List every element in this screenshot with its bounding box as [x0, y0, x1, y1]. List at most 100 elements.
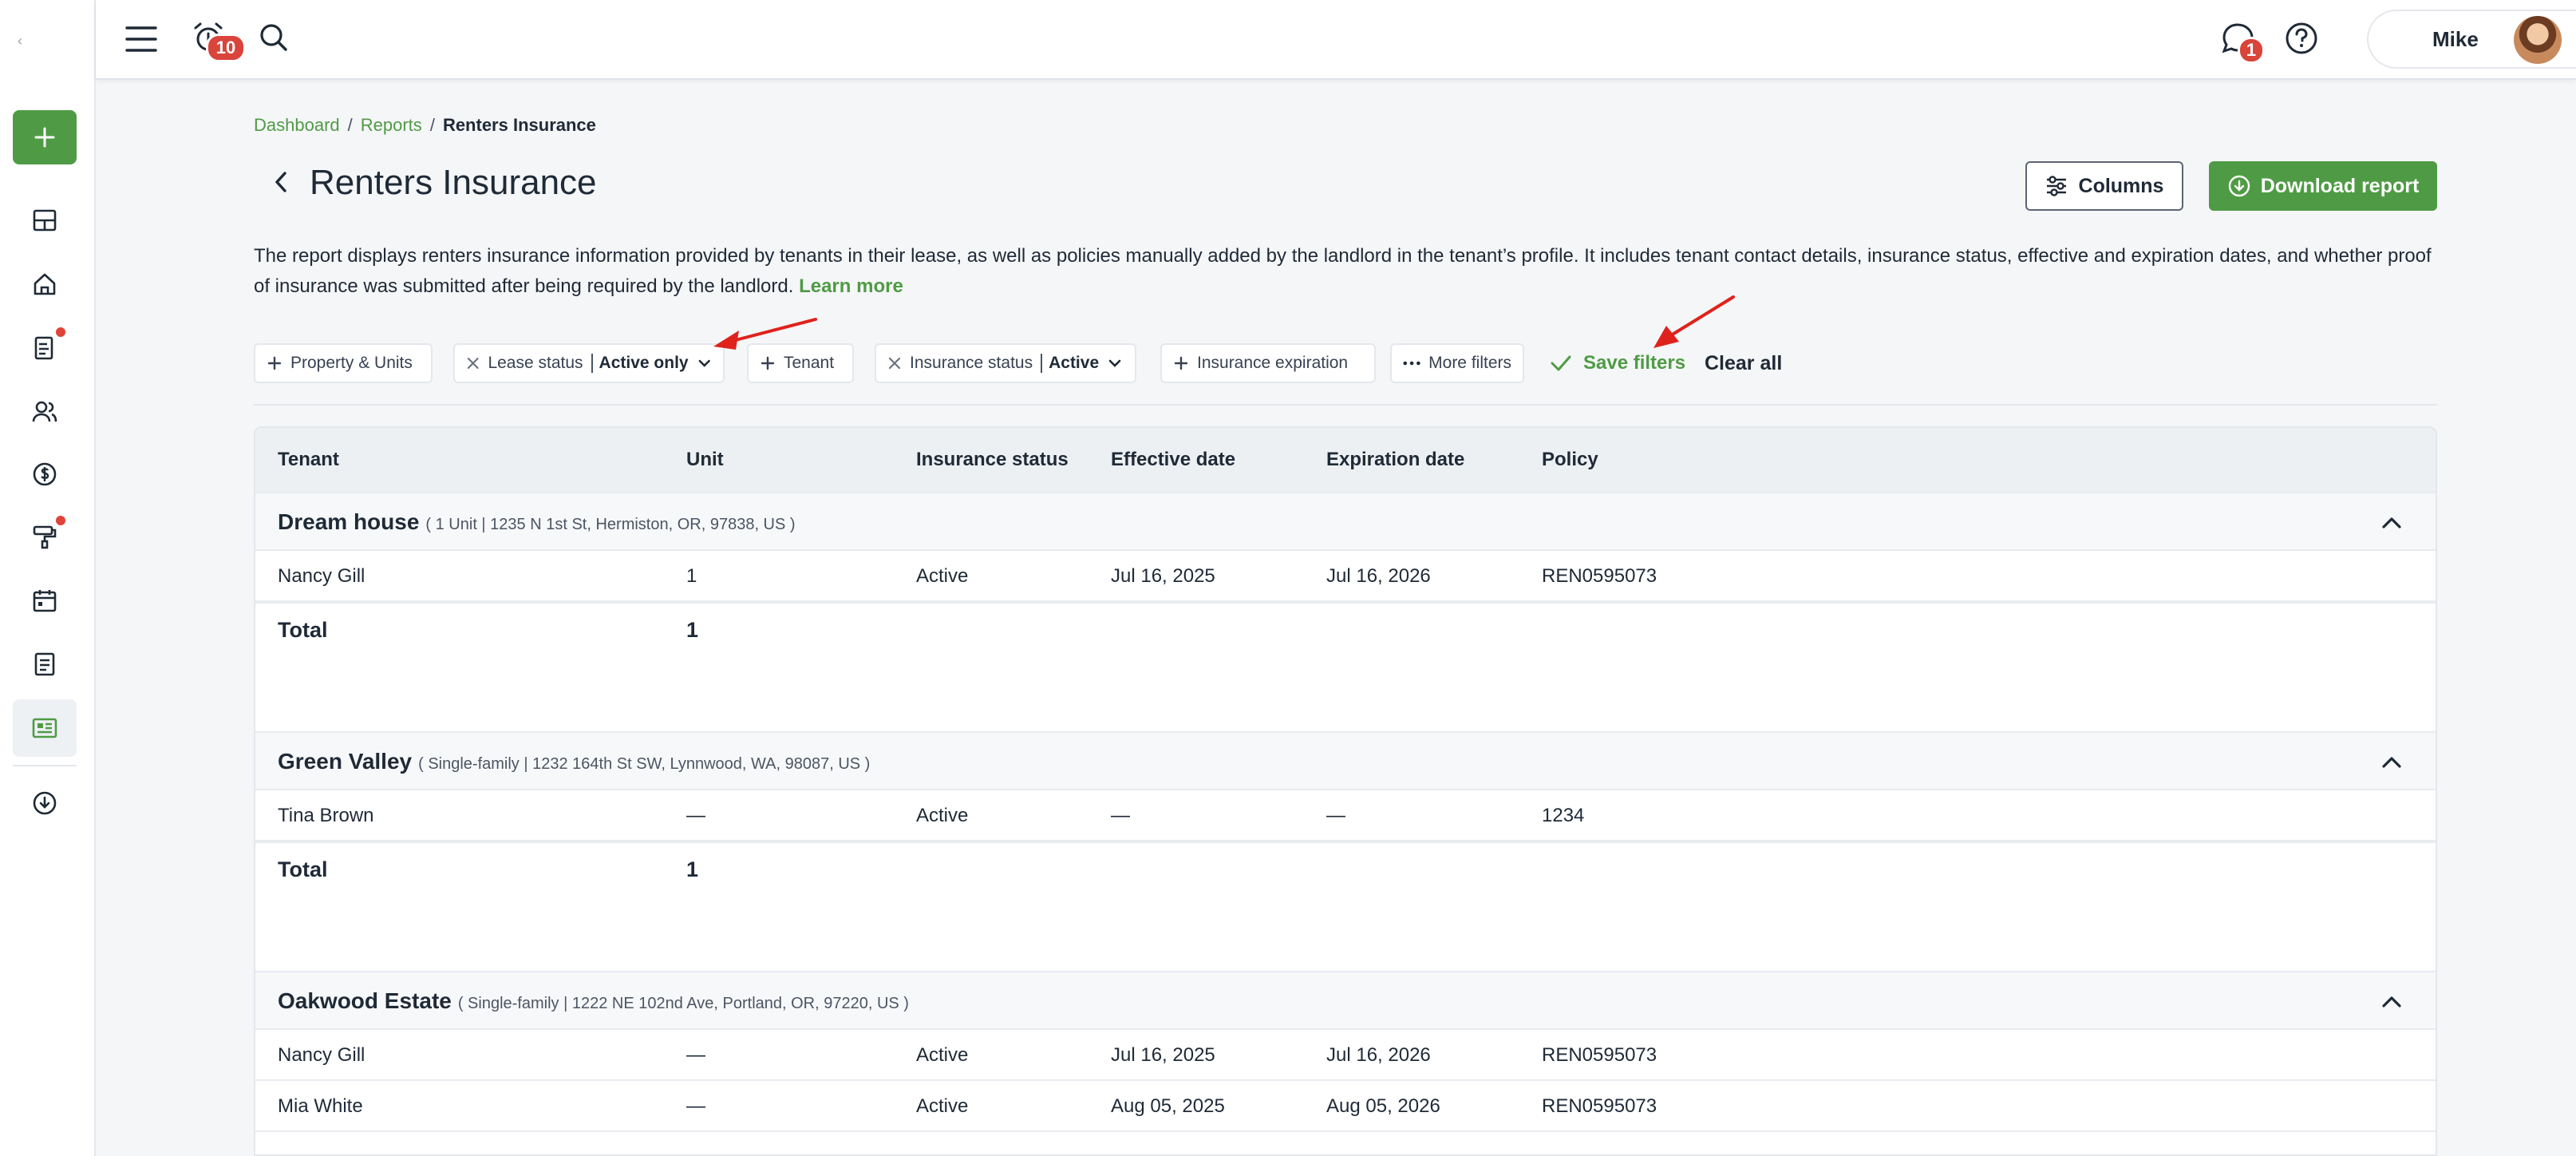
property-group-header[interactable]: Green Valley ( Single-family | 1232 164th…: [255, 731, 2436, 790]
column-header-effective-date[interactable]: Effective date: [1111, 449, 1235, 471]
menu-button[interactable]: [123, 21, 160, 57]
sidebar-divider: [13, 765, 77, 766]
download-cloud-icon: [33, 791, 57, 815]
sidebar-item-maintenance[interactable]: [22, 514, 67, 559]
sidebar-item-accounting[interactable]: [22, 452, 67, 497]
notification-dot: [56, 516, 65, 525]
breadcrumb-separator: /: [347, 115, 353, 135]
filter-insurance-expiration[interactable]: Insurance expiration: [1160, 343, 1376, 383]
chevron-down-icon: [1108, 359, 1121, 367]
sidebar-item-properties[interactable]: [22, 262, 67, 307]
chevron-down-icon: [698, 359, 710, 367]
plus-icon: [34, 127, 55, 148]
more-filters-button[interactable]: More filters: [1390, 343, 1524, 383]
property-group-header[interactable]: Oakwood Estate ( Single-family | 1222 NE …: [255, 971, 2436, 1030]
help-button[interactable]: [2282, 19, 2321, 57]
sliders-icon: [2046, 176, 2066, 196]
collapse-button[interactable]: [2380, 750, 2404, 774]
breadcrumb: Dashboard / Reports / Renters Insurance: [254, 115, 596, 136]
notifications-button[interactable]: 10: [188, 18, 246, 62]
filters-divider: [254, 404, 2437, 406]
collapse-handle[interactable]: ‹: [18, 34, 22, 48]
filter-label: Property & Units: [290, 354, 413, 372]
table-row[interactable]: Nancy Gill — Active Jul 16, 2025 Jul 16,…: [255, 1030, 2436, 1081]
sidebar-item-notes[interactable]: [22, 642, 67, 687]
learn-more-link[interactable]: Learn more: [799, 275, 903, 297]
table-row[interactable]: Tina Brown — Active — — 1234: [255, 790, 2436, 841]
paint-roller-icon: [33, 525, 57, 549]
filter-value: Active only: [591, 354, 689, 373]
sidebar-item-reports[interactable]: [13, 699, 77, 757]
total-row: Total 1: [255, 841, 2436, 969]
user-menu[interactable]: Mike: [2367, 10, 2576, 69]
column-header-insurance-status[interactable]: Insurance status: [916, 449, 1069, 471]
cell-status: Active: [916, 565, 969, 587]
total-value: 1: [686, 618, 699, 642]
save-filters-label: Save filters: [1583, 352, 1686, 374]
clear-all-button[interactable]: Clear all: [1705, 343, 1782, 383]
filter-insurance-status[interactable]: Insurance status Active: [875, 343, 1136, 383]
dashboard-icon: [33, 209, 57, 232]
cloud-download-icon: [2228, 175, 2250, 197]
search-button[interactable]: [255, 19, 292, 56]
avatar: [2514, 16, 2562, 64]
total-value: 1: [686, 857, 699, 881]
property-title: Dream house: [278, 509, 420, 534]
download-report-button[interactable]: Download report: [2209, 161, 2437, 211]
breadcrumb-dashboard[interactable]: Dashboard: [254, 115, 340, 135]
save-filters-button[interactable]: Save filters: [1550, 343, 1685, 383]
cell-unit: —: [686, 805, 705, 826]
back-button[interactable]: [265, 166, 297, 198]
breadcrumb-reports[interactable]: Reports: [361, 115, 422, 135]
filter-property-units[interactable]: Property & Units: [254, 343, 433, 383]
filter-label: Insurance status: [910, 354, 1033, 372]
column-header-tenant[interactable]: Tenant: [278, 449, 339, 471]
property-title: Green Valley: [278, 749, 413, 774]
plus-icon: [1174, 356, 1188, 370]
chevron-left-icon: [275, 172, 286, 192]
cell-effective: Aug 05, 2025: [1111, 1095, 1225, 1117]
breadcrumb-current: Renters Insurance: [442, 115, 596, 135]
cell-effective: —: [1111, 805, 1130, 826]
cell-unit: —: [686, 1044, 705, 1066]
download-label: Download report: [2260, 174, 2420, 197]
add-button[interactable]: [13, 110, 77, 164]
table-row[interactable]: Mia White — Active Aug 05, 2025 Aug 05, …: [255, 1081, 2436, 1132]
filter-lease-status[interactable]: Lease status Active only: [453, 343, 725, 383]
collapse-button[interactable]: [2380, 990, 2404, 1014]
document-icon: [34, 336, 53, 360]
sidebar-item-people[interactable]: [22, 390, 67, 434]
close-icon[interactable]: [887, 356, 902, 370]
close-icon[interactable]: [466, 356, 480, 370]
report-description: The report displays renters insurance in…: [254, 241, 2437, 302]
filter-tenant[interactable]: Tenant: [747, 343, 854, 383]
search-icon: [260, 24, 287, 51]
more-dots-icon: [1403, 361, 1420, 366]
column-header-policy[interactable]: Policy: [1542, 449, 1598, 471]
sidebar-item-calendar[interactable]: [22, 578, 67, 623]
columns-button[interactable]: Columns: [2025, 161, 2183, 211]
breadcrumb-separator: /: [429, 115, 435, 135]
sidebar-item-downloads[interactable]: [22, 781, 67, 825]
total-label: Total: [278, 618, 328, 642]
column-header-expiration-date[interactable]: Expiration date: [1326, 449, 1464, 471]
column-header-unit[interactable]: Unit: [686, 449, 724, 471]
table-row[interactable]: Nancy Gill 1 Active Jul 16, 2025 Jul 16,…: [255, 551, 2436, 602]
plus-icon: [267, 356, 282, 370]
filter-label: Tenant: [784, 354, 835, 372]
property-name: Oakwood Estate ( Single-family | 1222 NE …: [278, 988, 909, 1014]
cell-expiration: Aug 05, 2026: [1326, 1095, 1440, 1117]
columns-label: Columns: [2078, 174, 2164, 197]
cell-effective: Jul 16, 2025: [1111, 565, 1215, 587]
collapse-button[interactable]: [2380, 511, 2404, 535]
messages-badge: 1: [2238, 37, 2265, 64]
sidebar-item-dashboard[interactable]: [22, 198, 67, 243]
cell-tenant: Mia White: [278, 1095, 363, 1117]
page-title: Renters Insurance: [310, 163, 597, 202]
description-text: The report displays renters insurance in…: [254, 245, 2432, 297]
sidebar-item-leases[interactable]: [22, 326, 67, 370]
cell-policy: REN0595073: [1542, 1044, 1657, 1066]
messages-button[interactable]: 1: [2218, 19, 2265, 64]
cell-expiration: Jul 16, 2026: [1326, 565, 1431, 587]
property-group-header[interactable]: Dream house ( 1 Unit | 1235 N 1st St, Her…: [255, 492, 2436, 551]
